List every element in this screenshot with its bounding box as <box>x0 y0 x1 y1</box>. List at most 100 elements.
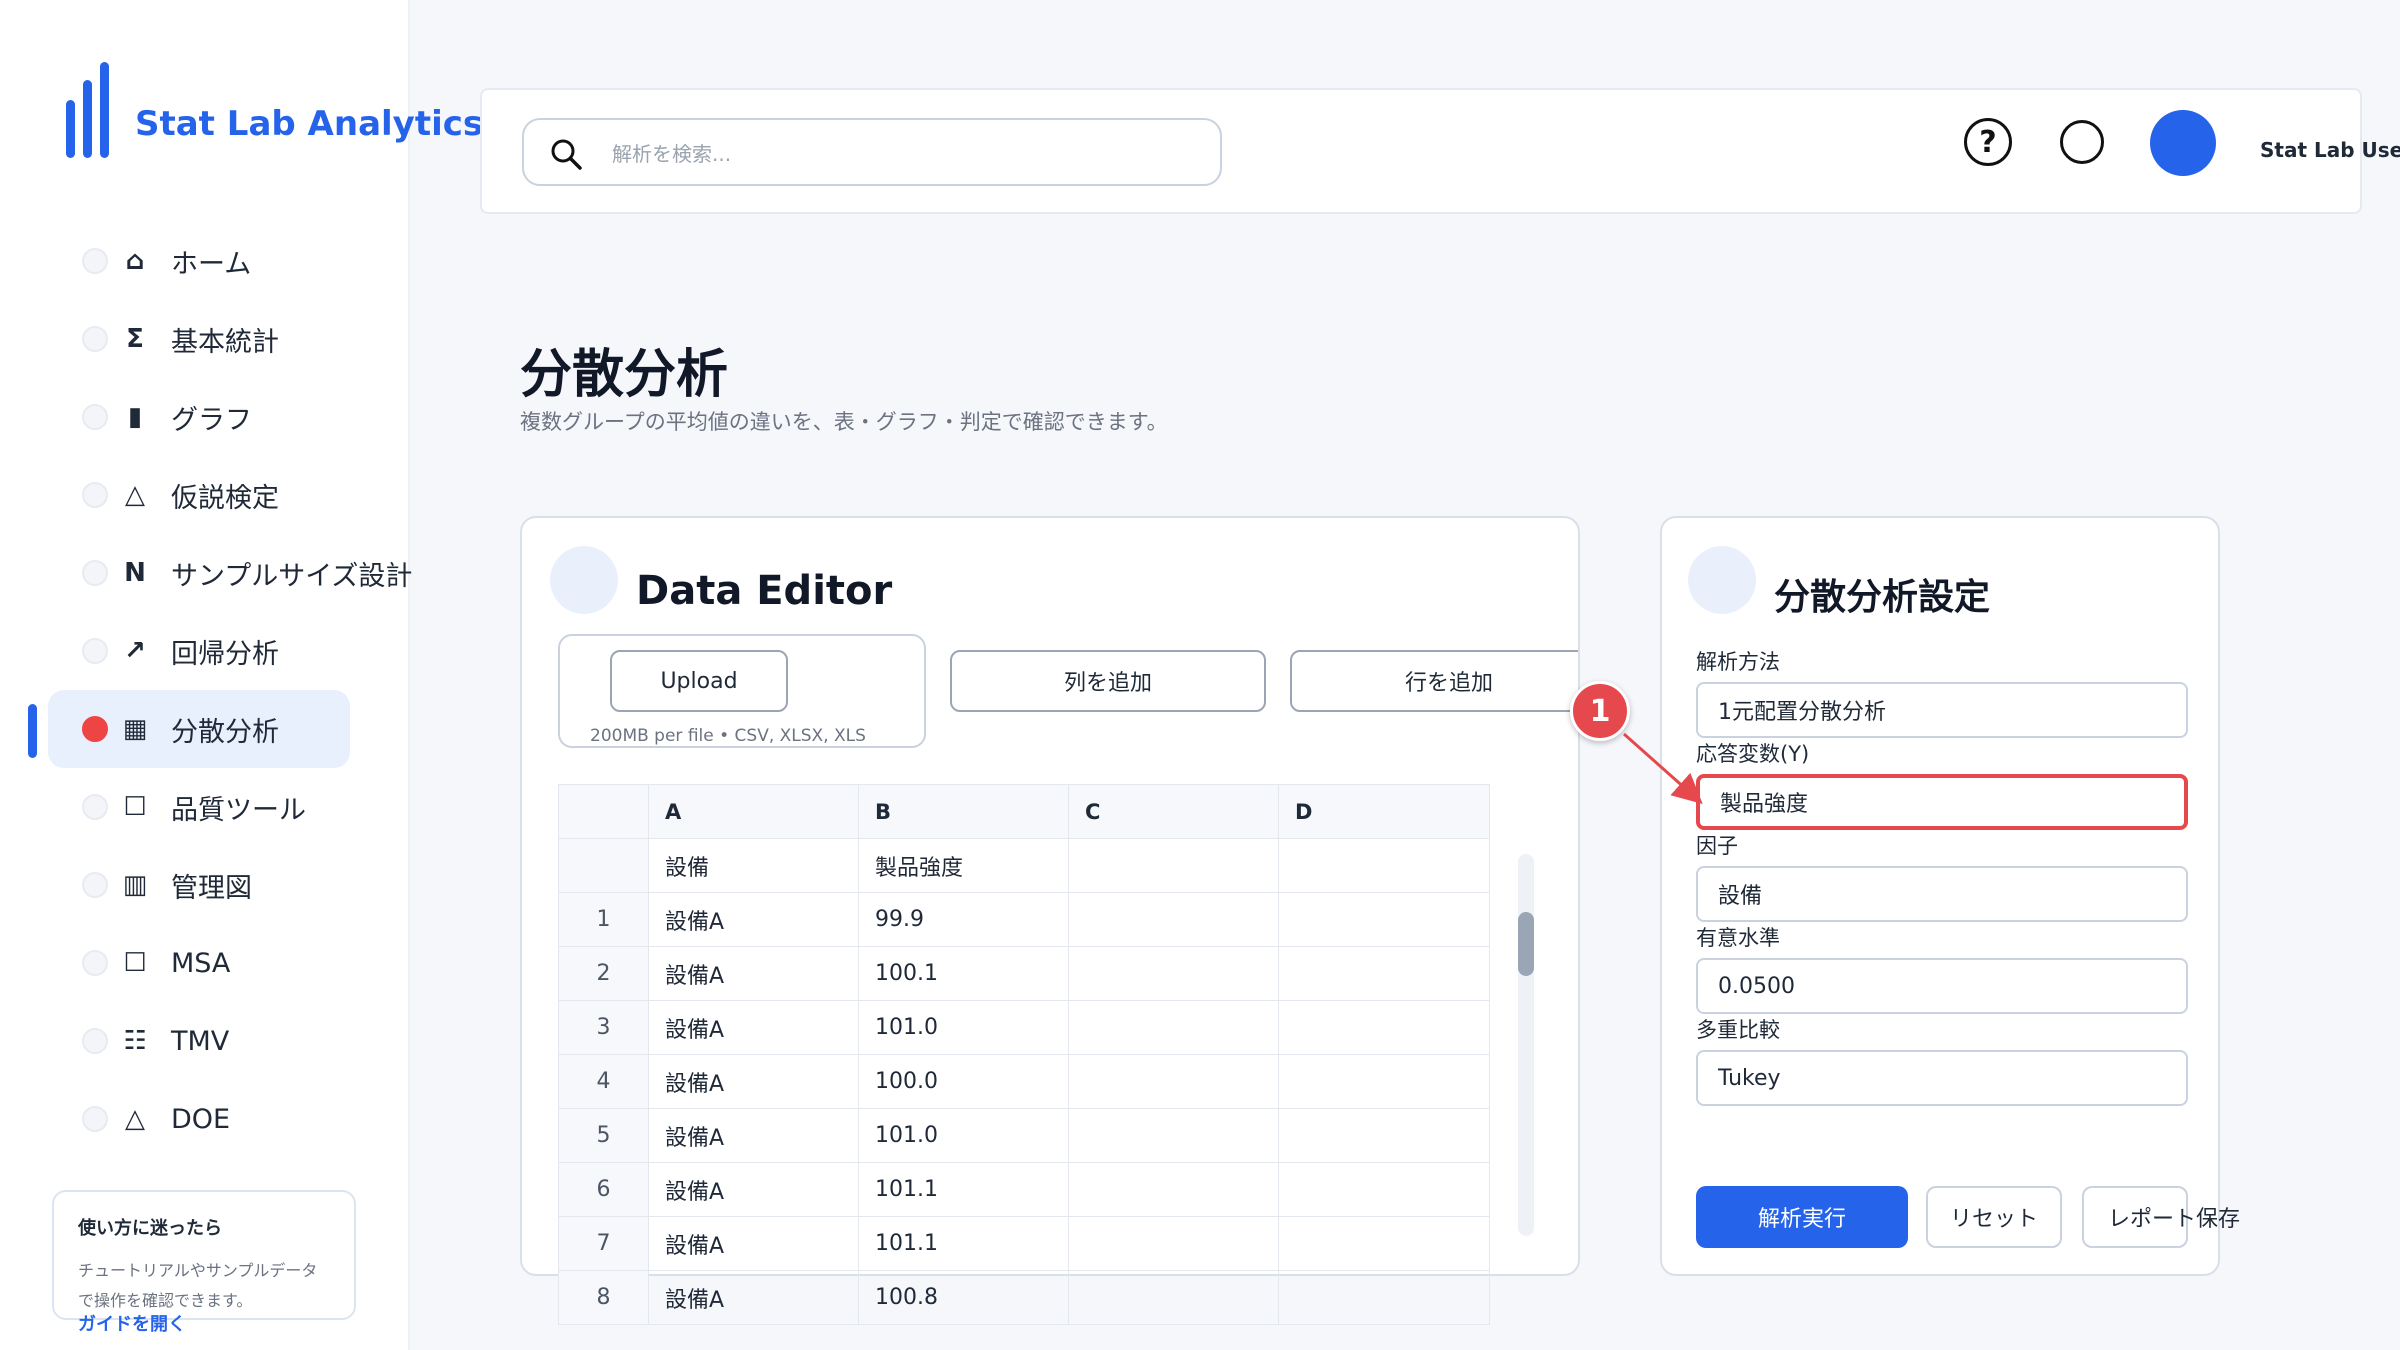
sidebar-item-hypothesis-test[interactable]: △ 仮説検定 <box>48 456 350 534</box>
grid-cell[interactable] <box>1068 1054 1279 1109</box>
grid-cell[interactable] <box>1068 1108 1279 1163</box>
sidebar-item-quality-tools[interactable]: ☐ 品質ツール <box>48 768 350 846</box>
grid-cell[interactable] <box>1278 1000 1490 1055</box>
grid-cell[interactable] <box>1068 946 1279 1001</box>
sidebar-item-label: 分散分析 <box>171 716 279 748</box>
sidebar-item-anova[interactable]: ▦ 分散分析 <box>48 690 350 768</box>
run-analysis-button[interactable]: 解析実行 <box>1696 1186 1908 1248</box>
grid-cell[interactable] <box>1068 1270 1279 1325</box>
status-dot <box>82 482 108 508</box>
list-icon: ☷ <box>123 1026 147 1056</box>
sidebar-item-control-chart[interactable]: ▥ 管理図 <box>48 846 350 924</box>
grid-cell[interactable]: 設備 <box>648 838 859 893</box>
upload-dropzone[interactable]: Upload 200MB per file • CSV, XLSX, XLS <box>558 634 926 748</box>
table-row: 7 設備A 101.1 <box>558 1216 1490 1271</box>
grid-cell[interactable] <box>1278 1108 1490 1163</box>
column-header[interactable]: A <box>648 784 859 839</box>
grid-cell[interactable] <box>1068 1216 1279 1271</box>
triangle-icon: △ <box>125 480 145 510</box>
grid-cell[interactable] <box>1278 892 1490 947</box>
grid-cell[interactable]: 101.1 <box>858 1216 1069 1271</box>
grid-cell[interactable] <box>1068 1162 1279 1217</box>
sidebar-item-regression[interactable]: ↗ 回帰分析 <box>48 612 350 690</box>
row-number: 4 <box>558 1054 649 1109</box>
grid-cell[interactable]: 101.0 <box>858 1108 1069 1163</box>
sidebar-item-label: MSA <box>171 947 231 979</box>
status-dot <box>82 404 108 430</box>
sidebar-item-msa[interactable]: ☐ MSA <box>48 924 350 1002</box>
grid-cell[interactable]: 設備A <box>648 1270 859 1325</box>
grid-cell[interactable] <box>1278 838 1490 893</box>
status-dot <box>82 326 108 352</box>
grid-cell[interactable] <box>1278 946 1490 1001</box>
grid-cell[interactable]: 設備A <box>648 1054 859 1109</box>
reset-button[interactable]: リセット <box>1926 1186 2062 1248</box>
grid-cell[interactable]: 製品強度 <box>858 838 1069 893</box>
card-badge-icon <box>550 546 618 614</box>
grid-cell[interactable] <box>1278 1054 1490 1109</box>
card-badge-icon <box>1688 546 1756 614</box>
row-number: 8 <box>558 1270 649 1325</box>
save-report-button[interactable]: レポート保存 <box>2082 1186 2240 1248</box>
table-row: 4 設備A 100.0 <box>558 1054 1490 1109</box>
grid-cell[interactable] <box>1068 892 1279 947</box>
sidebar-item-home[interactable]: ⌂ ホーム <box>48 222 350 300</box>
row-number: 3 <box>558 1000 649 1055</box>
sidebar-item-doe[interactable]: △ DOE <box>48 1080 350 1158</box>
grid-cell[interactable]: 設備A <box>648 946 859 1001</box>
grid-cell[interactable]: 99.9 <box>858 892 1069 947</box>
sidebar: Stat Lab Analytics ⌂ ホーム Σ 基本統計 ▮ グラフ △ … <box>0 0 483 1350</box>
grid-cell[interactable] <box>1278 1216 1490 1271</box>
grid-cell[interactable]: 設備A <box>648 1216 859 1271</box>
upload-button[interactable]: Upload <box>610 650 788 712</box>
add-column-button[interactable]: 列を追加 <box>950 650 1266 712</box>
user-name[interactable]: Stat Lab User <box>2260 138 2400 162</box>
factor-label: 因子 <box>1696 834 1738 858</box>
grid-cell[interactable]: 100.8 <box>858 1270 1069 1325</box>
grid-cell[interactable]: 設備A <box>648 1162 859 1217</box>
help-card-description: チュートリアルやサンプルデータで操作を確認できます。 <box>78 1261 318 1310</box>
settings-title: 分散分析設定 <box>1774 577 1991 618</box>
sidebar-item-sample-size[interactable]: N サンプルサイズ設計 <box>48 534 412 612</box>
multiple-comparison-select[interactable]: Tukey <box>1696 1050 2188 1106</box>
grid-cell[interactable]: 101.0 <box>858 1000 1069 1055</box>
row-number: 2 <box>558 946 649 1001</box>
page-subtitle: 複数グループの平均値の違いを、表・グラフ・判定で確認できます。 <box>520 410 1168 434</box>
grid-cell[interactable]: 設備A <box>648 892 859 947</box>
open-guide-link[interactable]: ガイドを開く <box>78 1310 186 1336</box>
grid-scrollbar-thumb[interactable] <box>1518 912 1534 976</box>
help-card: 使い方に迷ったら チュートリアルやサンプルデータで操作を確認できます。 <box>52 1190 356 1320</box>
search-box[interactable] <box>522 118 1222 186</box>
logo-icon <box>66 62 109 158</box>
grid-cell[interactable] <box>1068 1000 1279 1055</box>
help-icon[interactable]: ? <box>1964 118 2012 166</box>
response-variable-label: 応答変数(Y) <box>1696 742 1810 766</box>
notification-icon[interactable] <box>2060 120 2104 164</box>
factor-select[interactable]: 設備 <box>1696 866 2188 922</box>
response-variable-select[interactable]: 製品強度 <box>1696 774 2188 830</box>
sidebar-item-basic-stats[interactable]: Σ 基本統計 <box>48 300 350 378</box>
search-input[interactable] <box>612 134 1192 174</box>
analysis-method-select[interactable]: 1元配置分散分析 <box>1696 682 2188 738</box>
sidebar-item-graph[interactable]: ▮ グラフ <box>48 378 350 456</box>
column-header[interactable]: D <box>1278 784 1490 839</box>
add-row-button[interactable]: 行を追加 <box>1290 650 1578 712</box>
sidebar-item-label: 基本統計 <box>171 326 279 358</box>
avatar[interactable] <box>2150 110 2216 176</box>
grid-cell[interactable] <box>1278 1162 1490 1217</box>
grid-cell[interactable]: 設備A <box>648 1000 859 1055</box>
significance-level-input[interactable]: 0.0500 <box>1696 958 2188 1014</box>
column-header[interactable]: B <box>858 784 1069 839</box>
grid-cell[interactable]: 101.1 <box>858 1162 1069 1217</box>
status-dot <box>82 950 108 976</box>
grid-cell[interactable]: 100.1 <box>858 946 1069 1001</box>
table-row: 5 設備A 101.0 <box>558 1108 1490 1163</box>
grid-cell[interactable]: 100.0 <box>858 1054 1069 1109</box>
grid-cell[interactable]: 設備A <box>648 1108 859 1163</box>
sidebar-item-tmv[interactable]: ☷ TMV <box>48 1002 350 1080</box>
grid-cell[interactable] <box>1278 1270 1490 1325</box>
grid-cell[interactable] <box>1068 838 1279 893</box>
column-header[interactable]: C <box>1068 784 1279 839</box>
home-icon: ⌂ <box>125 246 145 276</box>
status-dot <box>82 716 108 742</box>
